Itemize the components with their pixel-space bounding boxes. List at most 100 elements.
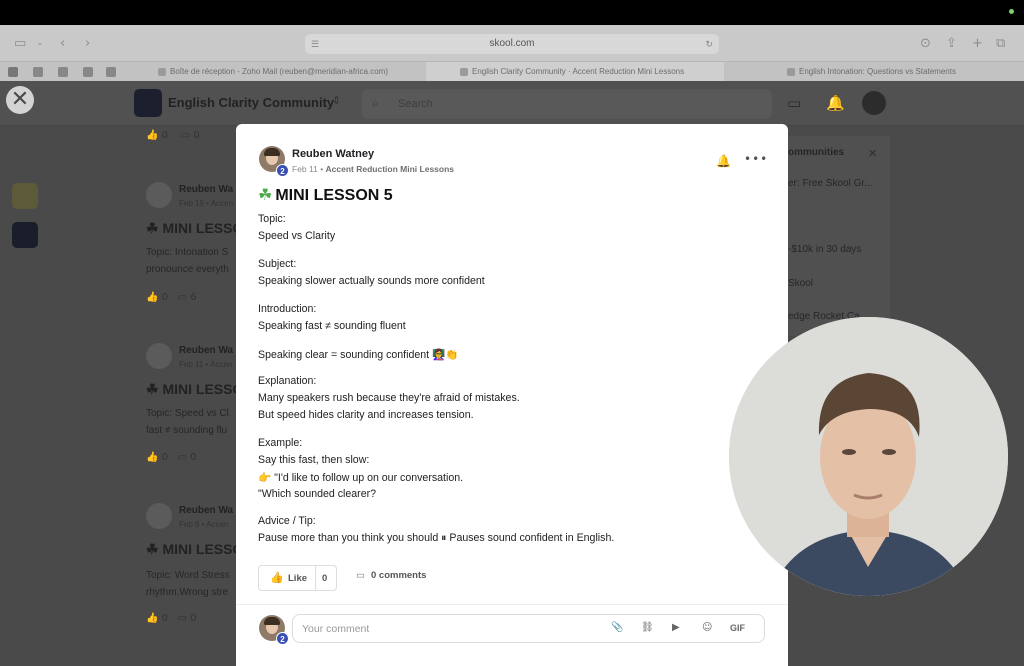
search-input[interactable]: ⌕ Search	[362, 89, 772, 119]
post-category[interactable]: Accent Reduction Mini Lessons	[326, 164, 454, 174]
divider	[315, 566, 316, 590]
post-body-line: Topic: Intonation S	[146, 247, 229, 258]
like-icon: 👍	[146, 452, 159, 463]
status-dot	[1009, 9, 1014, 14]
post-actions: 👍 0 ▭ 0	[146, 613, 197, 624]
post-date: Feb 11	[292, 164, 318, 174]
like-count[interactable]: 0	[322, 573, 327, 584]
close-icon[interactable]: ✕	[868, 147, 877, 160]
sidebar-toggle-icon[interactable]: ▭	[14, 36, 26, 51]
forward-icon[interactable]: ›	[85, 36, 90, 51]
side-community-icon[interactable]	[12, 183, 38, 209]
comment-icon: ▭	[177, 292, 188, 303]
leaf-icon: ☘	[146, 541, 159, 557]
comment-input[interactable]: Your comment 📎 ⛓ ▶ ☺ GIF	[292, 614, 765, 643]
menu-bar	[0, 0, 1024, 25]
community-logo[interactable]	[134, 89, 162, 117]
community-item[interactable]: er: Free Skool Gr...	[788, 178, 872, 189]
like-icon: 👍	[146, 613, 159, 624]
tab-english-clarity[interactable]: English Clarity Community · Accent Reduc…	[426, 62, 724, 82]
webcam-overlay	[729, 317, 1008, 596]
post-body-line: pronounce everyth	[146, 264, 229, 275]
leaf-icon: ☘	[146, 381, 159, 397]
close-modal-button[interactable]: ✕	[6, 86, 34, 114]
url-text: skool.com	[489, 38, 535, 49]
post-meta: Feb 19 • Accen	[179, 199, 233, 208]
bell-icon[interactable]: 🔔	[716, 154, 731, 168]
thumbs-up-icon: 👍	[270, 571, 284, 584]
side-community-icon[interactable]	[12, 222, 38, 248]
explanation-text: Many speakers rush because they're afrai…	[258, 392, 520, 404]
link-icon[interactable]: ⛓	[641, 622, 654, 633]
chevron-down-icon[interactable]: ⌄	[36, 38, 44, 48]
example-label: Example:	[258, 437, 303, 449]
notification-bell-icon[interactable]: 🔔	[826, 94, 845, 112]
download-icon[interactable]: ⊙	[920, 36, 931, 51]
page-settings-icon[interactable]: ☰	[311, 34, 319, 54]
intro-text: Speaking fast ≠ sounding fluent	[258, 320, 406, 332]
panel-title: ommunities	[788, 147, 845, 158]
pinned-tab-icon[interactable]	[33, 67, 43, 77]
user-avatar[interactable]	[862, 91, 886, 115]
pinned-tab-icon[interactable]	[58, 67, 68, 77]
post-title: ☘ MINI LESSO	[146, 381, 244, 397]
post-meta: Feb 11 • Accen	[179, 360, 233, 369]
reload-icon[interactable]: ↻	[705, 34, 713, 54]
video-icon[interactable]: ▶	[672, 622, 680, 633]
divider	[236, 604, 788, 605]
gif-button[interactable]: GIF	[730, 623, 745, 633]
community-switch-icon[interactable]: ⇕	[332, 94, 341, 107]
chat-icon[interactable]: ▭	[787, 94, 801, 112]
post-meta: Feb 11 • Accent Reduction Mini Lessons	[292, 164, 455, 174]
post-body-line: Topic: Word Stress	[146, 570, 230, 581]
explanation-label: Explanation:	[258, 375, 317, 387]
tab-overview-icon[interactable]: ⧉	[996, 36, 1005, 51]
post-author: Reuben Wa	[179, 184, 234, 195]
comment-icon: ▭	[177, 452, 188, 463]
search-placeholder: Search	[398, 98, 433, 110]
comment-icon: ▭	[177, 613, 188, 624]
comment-icon: ▭	[356, 570, 365, 581]
community-item[interactable]: Skool	[788, 278, 813, 289]
community-item[interactable]: -$10k in 30 days	[788, 244, 861, 255]
post-author[interactable]: Reuben Watney	[292, 148, 374, 160]
new-tab-icon[interactable]: +	[972, 36, 983, 51]
like-label: Like	[288, 573, 308, 584]
like-button[interactable]: 👍 Like 0	[258, 565, 337, 591]
avatar-hair	[264, 617, 280, 625]
comment-placeholder: Your comment	[302, 623, 370, 635]
page-icon	[787, 67, 795, 76]
background-post: Reuben Wa Feb 19 • Accen ☘ MINI LESSO To…	[136, 176, 243, 306]
skool-icon	[460, 67, 468, 76]
pinned-tab-icon[interactable]	[106, 67, 116, 77]
more-options-icon[interactable]: •••	[744, 152, 768, 166]
comment-icon: ▭	[180, 130, 191, 141]
background-post: Reuben Wa Feb 11 • Accen ☘ MINI LESSO To…	[136, 337, 243, 467]
community-name[interactable]: English Clarity Community	[168, 95, 334, 110]
post-meta: Feb 6 • Accen	[179, 520, 229, 529]
attachment-icon[interactable]: 📎	[611, 622, 623, 633]
tab-bar: Boîte de réception - Zoho Mail (reuben@m…	[0, 61, 1024, 82]
leaf-icon: ☘	[146, 220, 159, 236]
like-icon: 👍	[146, 130, 159, 141]
pinned-tab-icon[interactable]	[8, 67, 18, 77]
comments-count[interactable]: ▭ 0 comments	[356, 570, 426, 581]
explanation-text: But speed hides clarity and increases te…	[258, 409, 474, 421]
communities-panel: ommunities er: Free Skool Gr... -$10k in…	[788, 136, 890, 336]
post-modal: 2 Reuben Watney Feb 11 • Accent Reductio…	[236, 124, 788, 666]
subject-text: Speaking slower actually sounds more con…	[258, 275, 485, 287]
pinned-tab-icon[interactable]	[83, 67, 93, 77]
address-bar[interactable]: ☰ skool.com ↻	[305, 34, 719, 54]
site-header: English Clarity Community ⇕ ⌕ Search ▭ 🔔	[0, 81, 1024, 126]
example-text: "Which sounded clearer?	[258, 488, 377, 500]
topic-text: Speed vs Clarity	[258, 230, 336, 242]
subject-label: Subject:	[258, 258, 297, 270]
back-icon[interactable]: ‹	[60, 36, 65, 51]
example-text: Say this fast, then slow:	[258, 454, 370, 466]
tab-zoho-mail[interactable]: Boîte de réception - Zoho Mail (reuben@m…	[130, 62, 425, 82]
tab-intonation[interactable]: English Intonation: Questions vs Stateme…	[725, 62, 1024, 82]
share-icon[interactable]: ⇪	[946, 36, 957, 51]
intro-label: Introduction:	[258, 303, 317, 315]
advice-text: Pause more than you think you should ⏸ P…	[258, 532, 615, 544]
emoji-icon[interactable]: ☺	[702, 622, 712, 633]
